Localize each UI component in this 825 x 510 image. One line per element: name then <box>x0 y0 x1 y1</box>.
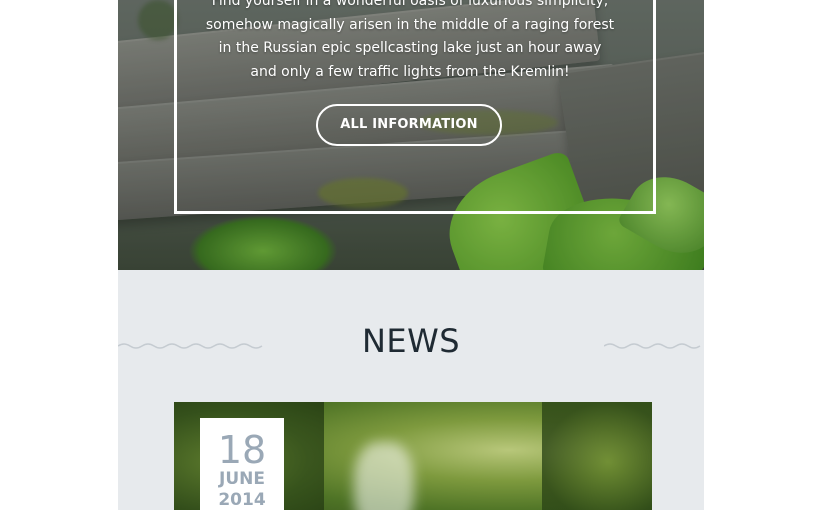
news-title: NEWS <box>361 322 461 360</box>
page: Find yourself in a wonderful oasis of lu… <box>118 0 704 510</box>
wave-divider-right <box>604 343 701 349</box>
hero-section: Find yourself in a wonderful oasis of lu… <box>118 0 704 270</box>
news-card[interactable]: 18 JUNE 2014 <box>174 402 652 510</box>
news-date-month: JUNE <box>219 469 265 489</box>
all-information-button[interactable]: ALL INFORMATION <box>316 104 502 146</box>
news-date-year: 2014 <box>218 490 266 510</box>
hero-intro-text: Find yourself in a wonderful oasis of lu… <box>205 0 615 80</box>
news-image-highlight <box>354 442 414 510</box>
news-section: NEWS 18 JUNE 2014 <box>118 270 704 510</box>
news-date-day: 18 <box>217 428 267 472</box>
news-date-badge: 18 JUNE 2014 <box>200 418 284 510</box>
news-image-foliage <box>542 402 652 510</box>
